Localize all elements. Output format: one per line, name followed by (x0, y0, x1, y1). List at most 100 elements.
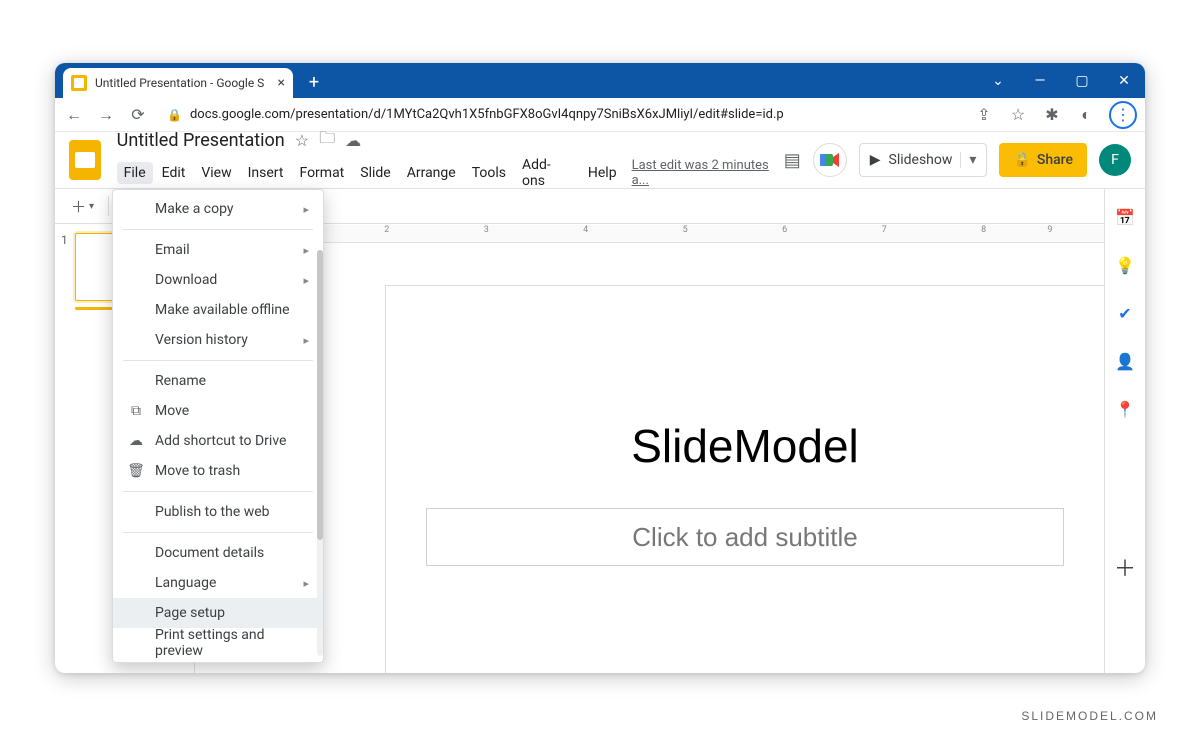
new-tab-button[interactable]: + (301, 69, 327, 95)
slideshow-label: Slideshow (889, 152, 953, 168)
account-avatar[interactable]: F (1099, 144, 1131, 176)
slide-title-text: SlideModel (631, 419, 859, 473)
calendar-icon[interactable]: 📅 (1115, 207, 1135, 227)
menu-item-label: Move (155, 403, 189, 419)
meet-button[interactable] (813, 143, 847, 177)
file-menu-item[interactable]: Page setup (113, 598, 323, 628)
file-menu-item[interactable]: Email ▸ (113, 235, 323, 265)
share-url-icon[interactable]: ⇪ (973, 105, 995, 124)
tab-close-icon[interactable]: × (278, 76, 285, 90)
file-menu-item[interactable]: Make available offline (113, 295, 323, 325)
menu-item-icon: ☁ (127, 433, 145, 449)
file-menu-item[interactable]: Publish to the web (113, 497, 323, 527)
submenu-arrow-icon: ▸ (303, 334, 309, 347)
submenu-arrow-icon: ▸ (303, 577, 309, 590)
meet-icon (820, 152, 840, 168)
window-maximize-icon[interactable]: ▢ (1061, 63, 1103, 98)
window-close-icon[interactable]: ✕ (1103, 63, 1145, 98)
slide-number: 1 (61, 233, 71, 301)
menu-format[interactable]: Format (292, 162, 351, 184)
menu-view[interactable]: View (194, 162, 238, 184)
separator (108, 196, 109, 216)
menu-item-label: Download (155, 272, 217, 288)
browser-titlebar: Untitled Presentation - Google S × + ⌄ —… (55, 63, 1145, 98)
menu-insert[interactable]: Insert (241, 162, 291, 184)
star-icon[interactable]: ☆ (295, 131, 309, 150)
extensions-icon[interactable]: ✱ (1041, 105, 1063, 124)
tab-title: Untitled Presentation - Google S (95, 76, 264, 90)
tasks-icon[interactable]: ✔ (1115, 303, 1135, 323)
file-menu-item[interactable]: Rename (113, 366, 323, 396)
chrome-menu-icon[interactable]: ⋮ (1109, 101, 1137, 129)
nav-back-icon[interactable]: ← (63, 105, 85, 125)
lock-icon: 🔒 (1013, 152, 1030, 168)
window-controls: ⌄ — ▢ ✕ (977, 63, 1145, 98)
submenu-arrow-icon: ▸ (303, 203, 309, 216)
menu-item-label: Move to trash (155, 463, 240, 479)
menu-arrange[interactable]: Arrange (400, 162, 463, 184)
menu-item-icon: 🗑 (127, 463, 145, 479)
slides-logo-icon[interactable] (69, 140, 101, 180)
menu-item-label: Publish to the web (155, 504, 270, 520)
menu-help[interactable]: Help (581, 162, 624, 184)
menu-tools[interactable]: Tools (465, 162, 513, 184)
file-menu-item[interactable]: Print settings and preview (113, 628, 323, 658)
slide-subtitle-box[interactable]: Click to add subtitle (426, 508, 1064, 566)
url-text: docs.google.com/presentation/d/1MYtCa2Qv… (190, 107, 784, 122)
menu-separator (123, 532, 313, 533)
browser-navbar: ← → ⟳ 🔒 docs.google.com/presentation/d/1… (55, 98, 1145, 132)
maps-icon[interactable]: 📍 (1115, 399, 1135, 419)
bookmark-star-icon[interactable]: ☆ (1007, 105, 1029, 124)
menu-item-label: Make available offline (155, 302, 290, 318)
slides-favicon (71, 75, 87, 91)
contacts-icon[interactable]: 👤 (1115, 351, 1135, 371)
cloud-status-icon[interactable]: ☁ (345, 131, 361, 150)
menu-separator (123, 360, 313, 361)
add-addon-icon[interactable]: ＋ (1114, 551, 1136, 583)
present-icon: ▶ (870, 152, 881, 168)
side-panel-rail: 📅 💡 ✔ 👤 📍 ＋ (1104, 189, 1145, 673)
file-menu-item[interactable]: Document details (113, 538, 323, 568)
address-bar[interactable]: 🔒 docs.google.com/presentation/d/1MYtCa2… (159, 107, 963, 122)
menu-item-label: Document details (155, 545, 264, 561)
file-menu-item[interactable]: Version history▸ (113, 325, 323, 355)
menu-item-label: Make a copy (155, 201, 234, 217)
menu-file[interactable]: File (117, 162, 153, 184)
menu-item-label: Email (155, 242, 190, 258)
menu-item-icon: ⧉ (127, 403, 145, 419)
share-button[interactable]: 🔒 Share (999, 143, 1087, 177)
horizontal-ruler: 1 2 3 4 5 6 7 8 9 (195, 225, 1104, 243)
file-menu-item[interactable]: 🗑 Move to trash (113, 456, 323, 486)
menu-item-label: Page setup (155, 605, 225, 621)
slideshow-caret-icon[interactable]: ▾ (960, 152, 976, 168)
menu-item-label: Print settings and preview (155, 627, 309, 659)
slide-canvas[interactable]: SlideModel Click to add subtitle (385, 285, 1104, 673)
nav-forward-icon[interactable]: → (95, 105, 117, 125)
window-dropdown-icon[interactable]: ⌄ (977, 63, 1019, 98)
new-slide-button[interactable]: ＋▾ (65, 192, 100, 221)
menu-slide[interactable]: Slide (353, 162, 397, 184)
file-menu-item[interactable]: Make a copy ▸ (113, 194, 323, 224)
submenu-arrow-icon: ▸ (303, 274, 309, 287)
slideshow-button[interactable]: ▶ Slideshow ▾ (859, 143, 988, 177)
file-menu-item[interactable]: Download ▸ (113, 265, 323, 295)
menu-item-label: Rename (155, 373, 206, 389)
submenu-arrow-icon: ▸ (303, 244, 309, 257)
last-edit-link[interactable]: Last edit was 2 minutes a... (632, 158, 784, 188)
menu-edit[interactable]: Edit (155, 162, 193, 184)
nav-reload-icon[interactable]: ⟳ (127, 105, 149, 124)
file-menu-item[interactable]: ⧉ Move (113, 396, 323, 426)
file-menu-item[interactable]: Language▸ (113, 568, 323, 598)
menu-addons[interactable]: Add-ons (515, 154, 579, 192)
keep-icon[interactable]: 💡 (1115, 255, 1135, 275)
slide-title-box[interactable]: SlideModel (426, 406, 1064, 486)
window-minimize-icon[interactable]: — (1019, 63, 1061, 98)
avatar-letter: F (1111, 152, 1119, 168)
comments-icon[interactable]: ▤ (784, 150, 801, 171)
file-menu-item[interactable]: ☁Add shortcut to Drive (113, 426, 323, 456)
document-title[interactable]: Untitled Presentation (117, 130, 285, 151)
browser-tab[interactable]: Untitled Presentation - Google S × (63, 68, 293, 98)
share-label: Share (1037, 152, 1073, 168)
profile-icon[interactable]: ◐ (1075, 105, 1097, 125)
move-folder-icon[interactable]: 🗀 (319, 127, 335, 154)
